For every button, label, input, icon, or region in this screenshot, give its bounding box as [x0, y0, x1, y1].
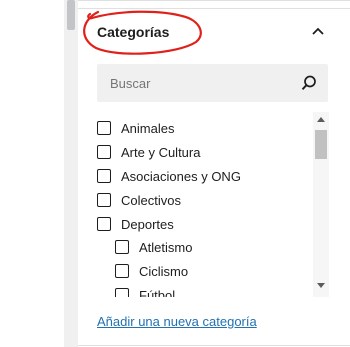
category-label: Asociaciones y ONG — [121, 168, 241, 184]
category-checkbox[interactable] — [115, 264, 129, 278]
chevron-up-icon — [312, 27, 324, 35]
categories-list: Animales Arte y Cultura Asociaciones y O… — [97, 112, 329, 297]
category-item[interactable]: Arte y Cultura — [97, 142, 200, 162]
add-new-category-link[interactable]: Añadir una nueva categoría — [97, 314, 257, 329]
collapse-panel-button[interactable] — [306, 20, 330, 44]
category-label: Deportes — [121, 216, 174, 232]
category-checkbox[interactable] — [115, 288, 129, 297]
subcategory-item[interactable]: Atletismo — [115, 237, 192, 257]
scroll-down-arrow-icon[interactable] — [317, 283, 325, 288]
search-box — [97, 64, 328, 102]
category-item[interactable]: Deportes — [97, 214, 174, 234]
category-checkbox[interactable] — [97, 217, 111, 231]
category-label: Fútbol — [139, 287, 176, 298]
category-checkbox[interactable] — [97, 145, 111, 159]
search-icon[interactable] — [300, 74, 318, 92]
list-scrollbar-thumb[interactable] — [315, 130, 327, 159]
category-label: Animales — [121, 120, 175, 136]
category-label: Ciclismo — [139, 263, 189, 279]
panel-top-border — [78, 0, 350, 1]
category-label: Atletismo — [139, 239, 193, 255]
category-checkbox[interactable] — [97, 121, 111, 135]
subcategory-item[interactable]: Fútbol — [115, 285, 175, 297]
category-label: Arte y Cultura — [121, 144, 201, 160]
panel-bottom-border — [78, 345, 350, 346]
category-checkbox[interactable] — [97, 169, 111, 183]
category-item[interactable]: Animales — [97, 118, 174, 138]
category-checkbox[interactable] — [115, 240, 129, 254]
category-item[interactable]: Asociaciones y ONG — [97, 166, 241, 186]
red-circle-annotation — [83, 10, 202, 55]
category-item[interactable]: Colectivos — [97, 190, 181, 210]
category-checkbox[interactable] — [97, 193, 111, 207]
scroll-up-arrow-icon[interactable] — [317, 117, 325, 122]
subcategory-item[interactable]: Ciclismo — [115, 261, 188, 281]
category-search-input[interactable] — [97, 64, 300, 102]
category-label: Colectivos — [121, 192, 181, 208]
